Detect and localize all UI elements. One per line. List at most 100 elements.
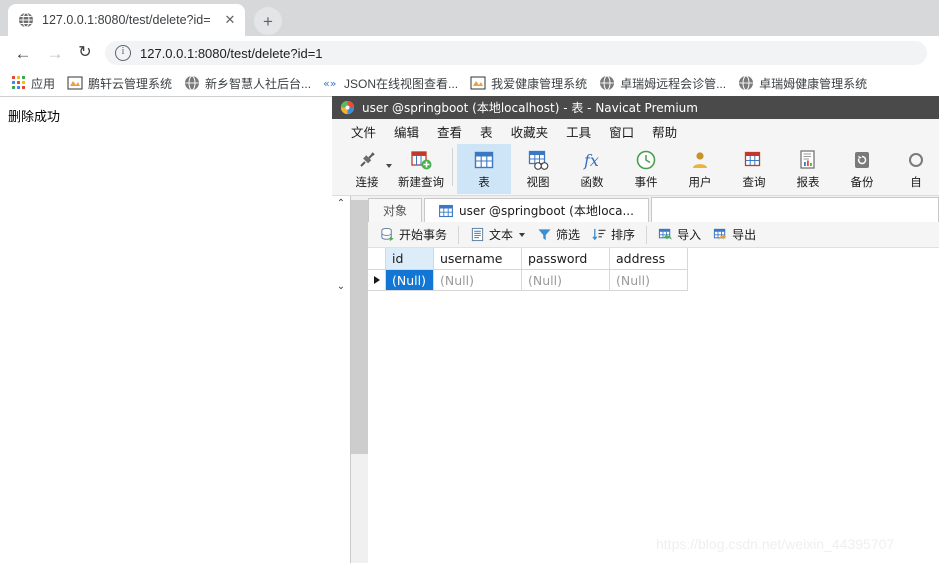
- chevron-down-icon[interactable]: [519, 232, 526, 237]
- toolbar-table-button[interactable]: 表: [457, 144, 511, 194]
- cell-password[interactable]: (Null): [522, 270, 610, 291]
- data-toolbar-label: 导入: [677, 228, 702, 242]
- bookmark-health-love[interactable]: 我爱健康管理系统: [464, 72, 593, 94]
- toolbar-function-button[interactable]: fx 函数: [565, 144, 619, 194]
- navigation-bar: ← → ↻ i 127.0.0.1:8080/test/delete?id=1: [0, 36, 939, 70]
- chevron-down-icon[interactable]: [386, 164, 392, 168]
- bookmark-pengxuan[interactable]: 鹏轩云管理系统: [61, 72, 178, 94]
- site-info-icon[interactable]: i: [115, 45, 131, 61]
- function-icon: fx: [580, 148, 604, 172]
- navicat-rail-scrollbar[interactable]: [351, 196, 368, 563]
- menu-tools[interactable]: 工具: [557, 122, 600, 141]
- navicat-title-bar[interactable]: user @springboot (本地localhost) - 表 - Nav…: [332, 96, 939, 119]
- table-icon: [472, 148, 496, 172]
- tab-title: 127.0.0.1:8080/test/delete?id=: [42, 13, 211, 27]
- toolbar-connection-button[interactable]: 连接: [340, 144, 394, 194]
- automation-icon: [904, 148, 928, 172]
- user-icon: [688, 148, 712, 172]
- filter-button[interactable]: 筛选: [531, 224, 586, 246]
- tab-label: 对象: [383, 204, 408, 218]
- navicat-title-text: user @springboot (本地localhost) - 表 - Nav…: [362, 101, 698, 115]
- menu-edit[interactable]: 编辑: [385, 122, 428, 141]
- toolbar-event-button[interactable]: 事件: [619, 144, 673, 194]
- navicat-menu-bar: 文件 编辑 查看 表 收藏夹 工具 窗口 帮助: [332, 119, 939, 144]
- screen: 127.0.0.1:8080/test/delete?id= ✕ + ← → ↻…: [0, 0, 939, 563]
- reload-icon[interactable]: ↻: [74, 42, 96, 64]
- new-query-icon: [409, 148, 433, 172]
- navicat-data-toolbar: 开始事务 文本 筛选 排序 导入 导出: [368, 222, 939, 248]
- bookmark-label: 卓瑞姆健康管理系统: [759, 76, 868, 91]
- toolbar-label: 查询: [742, 175, 766, 189]
- data-toolbar-label: 文本: [489, 228, 514, 242]
- url-text: 127.0.0.1:8080/test/delete?id=1: [140, 45, 323, 61]
- toolbar-label: 自: [910, 175, 922, 189]
- toolbar-label: 表: [478, 175, 490, 189]
- bookmark-xinxiang[interactable]: 新乡智慧人社后台...: [178, 72, 317, 94]
- toolbar-view-button[interactable]: 视图: [511, 144, 565, 194]
- scrollbar-thumb[interactable]: [351, 200, 368, 454]
- bookmark-zhuoruimu-health[interactable]: 卓瑞姆健康管理系统: [732, 72, 873, 94]
- toolbar-user-button[interactable]: 用户: [673, 144, 727, 194]
- tab-objects[interactable]: 对象: [368, 198, 423, 222]
- sort-icon: [592, 227, 607, 242]
- toolbar-query-button[interactable]: 查询: [727, 144, 781, 194]
- toolbar-label: 新建查询: [398, 175, 444, 189]
- bookmark-apps[interactable]: 应用: [6, 72, 61, 94]
- export-button[interactable]: 导出: [707, 224, 762, 246]
- page-body-text: 删除成功: [8, 110, 61, 125]
- cell-address[interactable]: (Null): [610, 270, 688, 291]
- import-button[interactable]: 导入: [652, 224, 707, 246]
- bookmarks-bar: 应用 鹏轩云管理系统 新乡智慧人社后台... «» JSON在线视图查看... …: [0, 70, 939, 96]
- current-row-arrow-icon: [373, 276, 380, 284]
- tab-label: user @springboot (本地loca...: [459, 204, 634, 218]
- bookmark-label: 我爱健康管理系统: [491, 76, 588, 91]
- globe-icon: [599, 75, 615, 91]
- toolbar-new-query-button[interactable]: 新建查询: [394, 144, 448, 194]
- text-view-button[interactable]: 文本: [464, 224, 531, 246]
- back-icon[interactable]: ←: [12, 42, 34, 64]
- navicat-side-rail[interactable]: ⌃ ⌄: [332, 196, 351, 563]
- toolbar-backup-button[interactable]: 备份: [835, 144, 889, 194]
- browser-tab[interactable]: 127.0.0.1:8080/test/delete?id= ✕: [8, 4, 245, 36]
- close-icon[interactable]: ✕: [221, 11, 239, 29]
- navicat-data-grid: id username password address (Null) (Nul…: [368, 248, 939, 563]
- chevron-down-icon[interactable]: ⌄: [335, 281, 347, 293]
- menu-favorites[interactable]: 收藏夹: [502, 122, 558, 141]
- globe-icon: [738, 75, 754, 91]
- menu-window[interactable]: 窗口: [600, 122, 643, 141]
- chevron-up-icon[interactable]: ⌃: [335, 198, 347, 210]
- bookmark-label: 应用: [31, 76, 56, 91]
- column-header-id[interactable]: id: [386, 248, 434, 270]
- forward-icon[interactable]: →: [44, 42, 66, 64]
- table-icon: [439, 204, 453, 218]
- data-toolbar-label: 开始事务: [399, 228, 448, 242]
- bookmark-json-viewer[interactable]: «» JSON在线视图查看...: [317, 72, 464, 94]
- table-row[interactable]: (Null) (Null) (Null) (Null): [368, 270, 688, 291]
- connection-icon: [355, 148, 379, 172]
- column-header-username[interactable]: username: [434, 248, 522, 270]
- menu-view[interactable]: 查看: [428, 122, 471, 141]
- new-tab-button[interactable]: +: [254, 7, 282, 35]
- toolbar-label: 备份: [850, 175, 874, 189]
- navicat-logo-icon: [340, 100, 355, 115]
- tab-row-filler: [650, 197, 939, 222]
- column-header-address[interactable]: address: [610, 248, 688, 270]
- cell-username[interactable]: (Null): [434, 270, 522, 291]
- bookmark-zhuoruimu-remote[interactable]: 卓瑞姆远程会诊管...: [593, 72, 732, 94]
- column-header-password[interactable]: password: [522, 248, 610, 270]
- menu-help[interactable]: 帮助: [643, 122, 686, 141]
- sort-button[interactable]: 排序: [586, 224, 641, 246]
- import-icon: [658, 227, 673, 242]
- menu-table[interactable]: 表: [471, 122, 502, 141]
- filter-icon: [537, 227, 552, 242]
- tab-user-table[interactable]: user @springboot (本地loca...: [424, 198, 649, 222]
- start-transaction-button[interactable]: 开始事务: [374, 224, 453, 246]
- toolbar-report-button[interactable]: 报表: [781, 144, 835, 194]
- row-marker[interactable]: [368, 270, 386, 291]
- menu-file[interactable]: 文件: [342, 122, 385, 141]
- address-bar[interactable]: i 127.0.0.1:8080/test/delete?id=1: [105, 41, 927, 65]
- toolbar-automation-button[interactable]: 自: [889, 144, 939, 194]
- watermark-text: https://blog.csdn.net/weixin_44395707: [656, 536, 895, 552]
- cell-id[interactable]: (Null): [386, 270, 434, 291]
- site-icon: [470, 75, 486, 91]
